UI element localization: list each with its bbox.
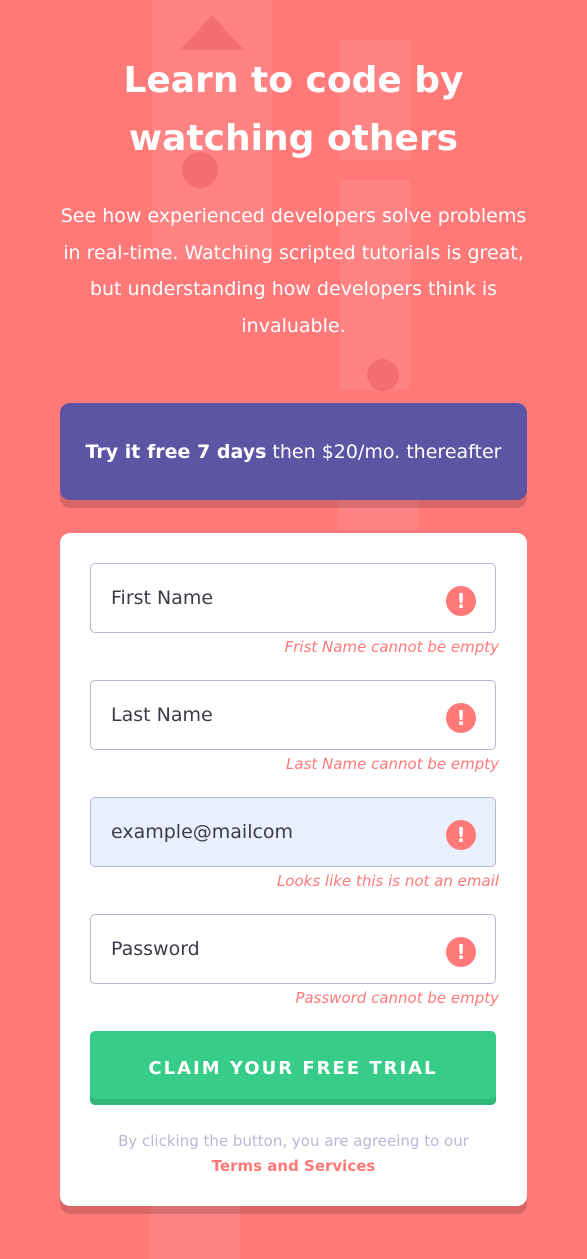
email-field: ! xyxy=(90,797,496,867)
promo-banner: Try it free 7 days then $20/mo. thereaft… xyxy=(60,403,527,500)
last-name-input[interactable] xyxy=(91,681,495,749)
last-name-field: ! xyxy=(90,680,496,750)
password-error: Password cannot be empty xyxy=(295,989,499,1007)
last-name-error: Last Name cannot be empty xyxy=(286,755,499,773)
error-icon: ! xyxy=(446,937,476,967)
first-name-input[interactable] xyxy=(91,564,495,632)
signup-form: ! Frist Name cannot be empty ! Last Name… xyxy=(60,533,527,1206)
password-field: ! xyxy=(90,914,496,984)
first-name-error: Frist Name cannot be empty xyxy=(284,638,499,656)
promo-rest: then $20/mo. thereafter xyxy=(266,440,502,463)
intro-text: See how experienced developers solve pro… xyxy=(60,205,527,337)
first-name-field: ! xyxy=(90,563,496,633)
promo-highlight: Try it free 7 days xyxy=(85,440,267,463)
error-icon: ! xyxy=(446,586,476,616)
terms-link[interactable]: Terms and Services xyxy=(212,1154,376,1179)
error-icon: ! xyxy=(446,820,476,850)
error-icon: ! xyxy=(446,703,476,733)
password-input[interactable] xyxy=(91,915,495,983)
terms-note: By clicking the button, you are agreeing… xyxy=(60,1129,527,1179)
claim-trial-button[interactable]: CLAIM YOUR FREE TRIAL xyxy=(90,1031,496,1105)
terms-text: By clicking the button, you are agreeing… xyxy=(118,1132,469,1150)
email-error: Looks like this is not an email xyxy=(276,872,499,890)
page-title: Learn to code by watching others xyxy=(123,60,464,159)
email-input[interactable] xyxy=(91,798,495,866)
promo-text: Try it free 7 days then $20/mo. thereaft… xyxy=(86,437,502,467)
